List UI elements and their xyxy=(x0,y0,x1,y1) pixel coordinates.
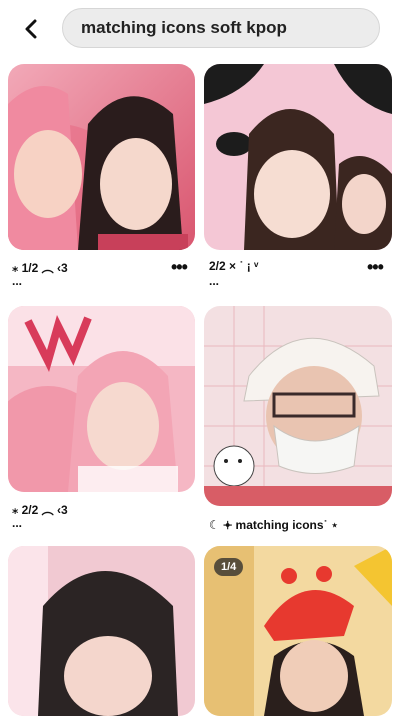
back-arrow-icon xyxy=(25,19,37,39)
pin-image-art xyxy=(8,546,195,716)
pin-image-art xyxy=(8,306,195,492)
pin-caption-2[interactable]: 2/2 × ˙ ¡ ᵛ xyxy=(209,259,258,273)
pin-image-art xyxy=(8,64,195,250)
top-bar: matching icons soft kpop xyxy=(0,0,400,58)
pin-description-3: ... xyxy=(12,516,23,530)
pin-description-2: ... xyxy=(209,274,220,288)
search-input[interactable]: matching icons soft kpop xyxy=(62,8,380,48)
pin-image-art xyxy=(204,64,392,250)
pin-image-6[interactable]: 1/4 xyxy=(204,546,392,716)
pin-image-1[interactable] xyxy=(8,64,195,250)
pin-caption-4[interactable]: ☾ 𖥔 matching icons˙ ⋆ xyxy=(209,516,338,533)
search-query: matching icons soft kpop xyxy=(81,18,287,37)
pin-image-art xyxy=(204,306,392,506)
pin-image-3[interactable] xyxy=(8,306,195,492)
pin-image-4[interactable] xyxy=(204,306,392,506)
pin-description-1: ... xyxy=(12,274,23,288)
more-options-icon[interactable]: ••• xyxy=(367,258,384,276)
pin-count-badge: 1/4 xyxy=(214,558,244,576)
pin-image-5[interactable] xyxy=(8,546,195,716)
more-options-icon[interactable]: ••• xyxy=(171,258,188,276)
back-button[interactable] xyxy=(16,14,46,44)
pin-image-2[interactable] xyxy=(204,64,392,250)
